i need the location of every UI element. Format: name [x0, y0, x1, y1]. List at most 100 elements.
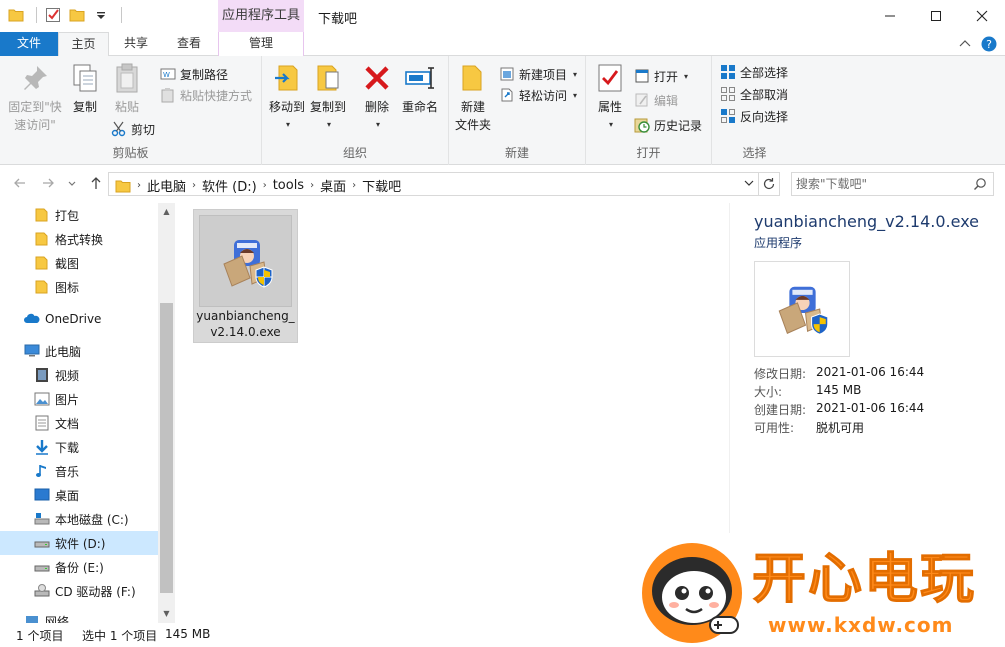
back-arrow-icon: [14, 178, 25, 188]
scroll-up-icon[interactable]: ▲: [161, 207, 172, 216]
sidebar-item-network[interactable]: 网络: [0, 609, 158, 623]
breadcrumb-separator[interactable]: ›: [310, 180, 314, 191]
tab-file[interactable]: 文件: [0, 32, 58, 56]
breadcrumb-desktop[interactable]: 桌面: [320, 176, 346, 195]
sidebar-scrollbar[interactable]: ▲ ▼: [158, 203, 175, 623]
easy-access-button[interactable]: 轻松访问 ▾: [499, 85, 577, 105]
new-group-label: 新建: [504, 146, 529, 160]
paste-button[interactable]: 粘贴: [110, 62, 144, 116]
address-history-dropdown-icon[interactable]: [744, 179, 754, 190]
customize-dropdown-icon[interactable]: [93, 7, 109, 23]
details-row-modified: 修改日期: 2021-01-06 16:44: [754, 365, 924, 382]
minimize-button[interactable]: [867, 0, 913, 32]
search-icon[interactable]: [973, 177, 987, 191]
sidebar-item-pictures[interactable]: 图片: [0, 387, 158, 411]
sidebar-item-pack[interactable]: 打包: [0, 203, 158, 227]
search-input[interactable]: [796, 175, 966, 193]
close-button[interactable]: [959, 0, 1005, 32]
collapse-ribbon-icon[interactable]: [959, 39, 971, 49]
breadcrumb-drive-d[interactable]: 软件 (D:): [202, 176, 257, 195]
new-folder-button[interactable]: 新建 文件夹: [453, 62, 493, 134]
scroll-down-icon[interactable]: ▼: [161, 609, 172, 618]
properties-dropdown-icon: ▾: [608, 120, 613, 129]
address-bar[interactable]: › 此电脑 › 软件 (D:) › tools › 桌面 › 下载吧: [108, 172, 759, 196]
sidebar-item-onedrive[interactable]: OneDrive: [0, 307, 158, 331]
tab-share[interactable]: 共享: [112, 32, 160, 56]
properties-check-icon[interactable]: [45, 7, 61, 23]
refresh-button[interactable]: [758, 172, 780, 196]
breadcrumb-current[interactable]: 下载吧: [362, 176, 401, 195]
sidebar-item-format-convert[interactable]: 格式转换: [0, 227, 158, 251]
title-bar: 应用程序工具 下载吧: [0, 0, 1005, 32]
sidebar-item-music[interactable]: 音乐: [0, 459, 158, 483]
paste-shortcut-button[interactable]: 粘贴快捷方式: [160, 85, 252, 105]
cut-button[interactable]: 剪切: [111, 119, 155, 139]
sidebar-item-drive-e[interactable]: 备份 (E:): [0, 555, 158, 579]
organize-group-label: 组织: [342, 146, 367, 160]
new-folder-label-2: 文件夹: [454, 118, 491, 132]
file-thumbnail: [199, 215, 292, 307]
up-button[interactable]: [88, 176, 104, 192]
properties-button[interactable]: 属性 ▾: [592, 62, 628, 134]
details-file-title: yuanbiancheng_v2.14.0.exe: [754, 212, 980, 231]
folder-icon[interactable]: [8, 7, 24, 23]
invert-selection-button[interactable]: 反向选择: [720, 106, 788, 126]
sidebar-item-drive-c[interactable]: 本地磁盘 (C:): [0, 507, 158, 531]
breadcrumb-tools[interactable]: tools: [273, 178, 304, 193]
breadcrumb-separator[interactable]: ›: [263, 180, 267, 191]
new-item-button[interactable]: 新建项目 ▾: [499, 64, 577, 84]
folder-icon: [35, 256, 48, 270]
sidebar-item-desktop[interactable]: 桌面: [0, 483, 158, 507]
new-folder-icon[interactable]: [69, 7, 85, 23]
sidebar-item-documents[interactable]: 文档: [0, 411, 158, 435]
history-button[interactable]: 历史记录: [634, 115, 702, 135]
copy-path-button[interactable]: W 复制路径: [160, 64, 228, 84]
status-selected-count: 选中 1 个项目: [82, 629, 158, 643]
sidebar-item-drive-d[interactable]: 软件 (D:): [0, 531, 158, 555]
select-none-button[interactable]: 全部取消: [720, 84, 788, 104]
sidebar-item-this-pc[interactable]: 此电脑: [0, 339, 158, 363]
sidebar-item-downloads[interactable]: 下载: [0, 435, 158, 459]
edit-button[interactable]: 编辑: [634, 90, 678, 110]
sidebar-item-label: 打包: [55, 208, 80, 223]
pin-quick-access-button[interactable]: 固定到"快速访问": [6, 62, 64, 134]
select-all-button[interactable]: 全部选择: [720, 62, 788, 82]
select-all-icon: [721, 65, 735, 79]
desktop-icon: [34, 488, 50, 501]
sidebar-item-screenshot[interactable]: 截图: [0, 251, 158, 275]
tab-manage[interactable]: 管理: [218, 32, 304, 56]
copy-label: 复制: [72, 100, 97, 114]
tab-view[interactable]: 查看: [165, 32, 213, 56]
maximize-icon: [931, 11, 941, 21]
new-folder-label-1: 新建: [460, 100, 485, 114]
forward-button[interactable]: [40, 176, 56, 192]
file-item[interactable]: yuanbiancheng_v2.14.0.exe: [193, 209, 298, 343]
status-selected-size: 145 MB: [165, 627, 211, 641]
recent-locations-button[interactable]: [64, 176, 80, 192]
breadcrumb-separator[interactable]: ›: [192, 180, 196, 191]
copy-button[interactable]: 复制: [70, 62, 100, 116]
search-box: [791, 172, 994, 196]
move-to-button[interactable]: 移动到 ▾: [267, 62, 307, 134]
rename-button[interactable]: 重命名: [398, 62, 442, 116]
rename-label: 重命名: [401, 100, 438, 114]
sidebar-item-icons[interactable]: 图标: [0, 275, 158, 299]
sidebar-item-cd-drive[interactable]: CD 驱动器 (F:): [0, 579, 158, 603]
tab-home[interactable]: 主页: [58, 32, 109, 57]
open-button[interactable]: 打开 ▾: [634, 66, 688, 86]
move-to-icon: [275, 65, 298, 91]
move-to-label: 移动到: [268, 100, 305, 114]
breadcrumb-separator[interactable]: ›: [352, 180, 356, 191]
sidebar-item-videos[interactable]: 视频: [0, 363, 158, 387]
delete-button[interactable]: 删除 ▾: [362, 62, 392, 134]
back-button[interactable]: [12, 176, 28, 192]
sidebar-scroll-thumb[interactable]: [160, 303, 173, 593]
properties-icon: [598, 64, 622, 92]
help-icon[interactable]: ?: [981, 36, 997, 52]
breadcrumb-this-pc[interactable]: 此电脑: [147, 176, 186, 195]
new-item-label: 新建项目: [519, 67, 568, 82]
maximize-button[interactable]: [913, 0, 959, 32]
easy-access-dropdown-icon: ▾: [573, 90, 578, 100]
copy-to-button[interactable]: 复制到 ▾: [308, 62, 348, 134]
move-to-dropdown-icon: ▾: [285, 120, 290, 129]
